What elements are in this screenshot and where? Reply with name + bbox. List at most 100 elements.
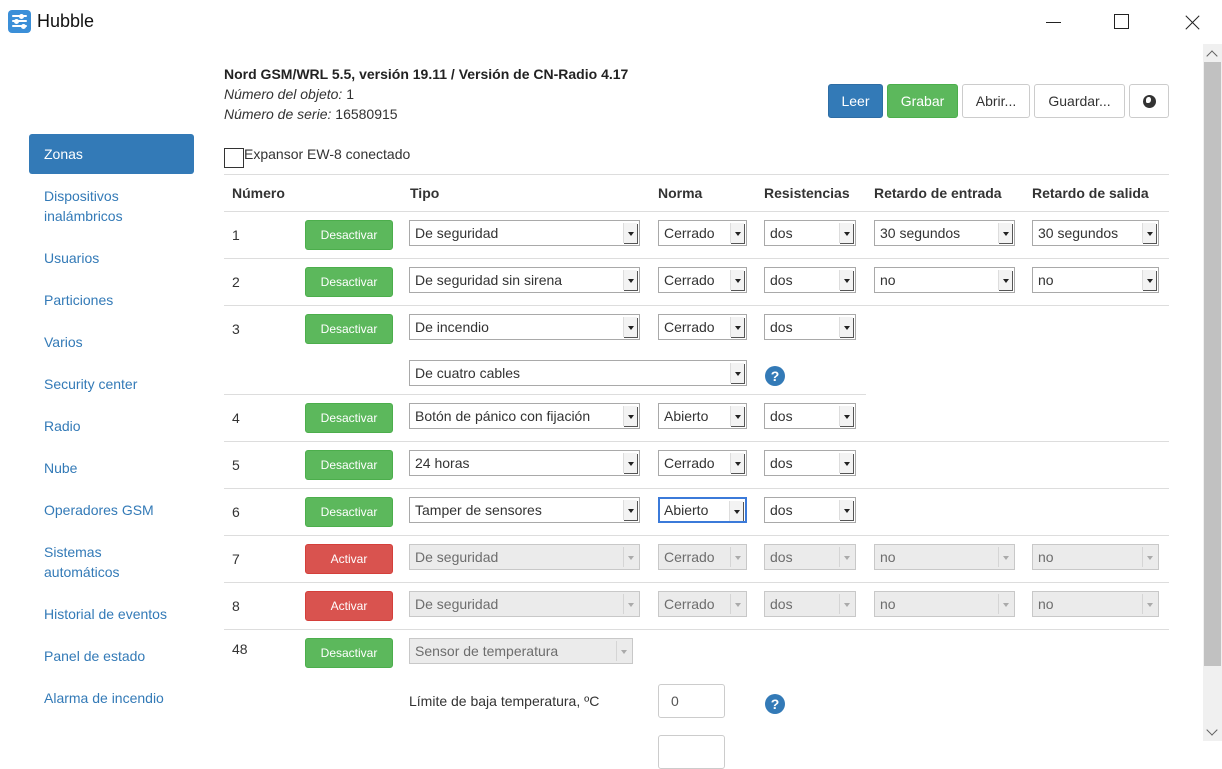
chevron-down-icon — [623, 317, 637, 337]
sidebar-item-dispositivos[interactable]: Dispositivos inalámbricos — [29, 186, 159, 226]
object-number-value: 1 — [346, 86, 354, 102]
deactivate-button[interactable]: Desactivar — [305, 450, 393, 480]
resistance-select: dos — [764, 544, 856, 570]
norm-select[interactable]: Cerrado — [658, 267, 747, 293]
zone-number: 4 — [232, 410, 240, 426]
write-button[interactable]: Grabar — [887, 84, 958, 118]
resistance-select[interactable]: dos — [764, 267, 856, 293]
zone-type-select[interactable]: De seguridad — [409, 220, 640, 246]
activate-button[interactable]: Activar — [305, 544, 393, 574]
sidebar-item-radio[interactable]: Radio — [29, 416, 194, 436]
deactivate-button[interactable]: Desactivar — [305, 314, 393, 344]
sidebar-item-particiones[interactable]: Particiones — [29, 290, 194, 310]
app-icon — [8, 10, 31, 33]
chevron-down-icon — [1142, 223, 1156, 243]
sidebar-item-operadores-gsm[interactable]: Operadores GSM — [29, 500, 194, 520]
column-header-norm: Norma — [658, 185, 703, 201]
scroll-down-icon[interactable] — [1203, 724, 1222, 741]
chevron-down-icon — [623, 547, 637, 567]
sidebar-item-historial[interactable]: Historial de eventos — [29, 604, 194, 624]
zone-type-select[interactable]: 24 horas — [409, 450, 640, 476]
maximize-button[interactable] — [1107, 8, 1137, 36]
resistance-select[interactable]: dos — [764, 450, 856, 476]
deactivate-button[interactable]: Desactivar — [305, 403, 393, 433]
sidebar-item-varios[interactable]: Varios — [29, 332, 194, 352]
divider — [224, 441, 1169, 442]
zone-number: 3 — [232, 321, 240, 337]
minimize-button[interactable] — [1040, 8, 1070, 36]
save-button[interactable]: Guardar... — [1034, 84, 1125, 118]
low-temperature-input[interactable]: 0 — [658, 684, 725, 718]
resistance-select[interactable]: dos — [764, 497, 856, 523]
norm-select[interactable]: Abierto — [658, 403, 747, 429]
zone-type-select[interactable]: De incendio — [409, 314, 640, 340]
scroll-up-icon[interactable] — [1203, 44, 1222, 61]
high-temperature-input[interactable] — [658, 735, 725, 769]
chevron-down-icon — [730, 453, 744, 473]
sidebar-item-usuarios[interactable]: Usuarios — [29, 248, 194, 268]
chevron-down-icon — [730, 594, 744, 614]
help-icon[interactable]: ? — [765, 366, 785, 386]
exit-delay-select[interactable]: no — [1032, 267, 1159, 293]
chevron-down-icon — [616, 641, 630, 661]
resistance-select: dos — [764, 591, 856, 617]
norm-select[interactable]: Abierto — [658, 497, 747, 523]
chevron-down-icon — [730, 363, 744, 383]
chevron-down-icon — [998, 547, 1012, 567]
divider — [224, 258, 1169, 259]
language-button[interactable] — [1129, 84, 1169, 118]
globe-icon — [1142, 94, 1156, 108]
norm-select[interactable]: Cerrado — [658, 314, 747, 340]
zone-number: 6 — [232, 504, 240, 520]
entry-delay-select[interactable]: no — [874, 267, 1015, 293]
sidebar-item-sistemas[interactable]: Sistemas automáticos — [29, 542, 149, 582]
norm-select[interactable]: Cerrado — [658, 220, 747, 246]
chevron-down-icon — [998, 223, 1012, 243]
norm-select[interactable]: Cerrado — [658, 450, 747, 476]
close-button[interactable] — [1177, 8, 1207, 36]
entry-delay-select[interactable]: 30 segundos — [874, 220, 1015, 246]
divider — [224, 394, 866, 395]
sidebar-item-panel-estado[interactable]: Panel de estado — [29, 646, 194, 666]
resistance-select[interactable]: dos — [764, 314, 856, 340]
scrollbar-thumb[interactable] — [1204, 62, 1221, 666]
deactivate-button[interactable]: Desactivar — [305, 497, 393, 527]
deactivate-button[interactable]: Desactivar — [305, 220, 393, 250]
resistance-select[interactable]: dos — [764, 403, 856, 429]
chevron-down-icon — [1142, 270, 1156, 290]
device-title: Nord GSM/WRL 5.5, versión 19.11 / Versió… — [224, 66, 629, 82]
chevron-down-icon — [623, 500, 637, 520]
chevron-down-icon — [730, 223, 744, 243]
expander-checkbox[interactable] — [224, 148, 244, 168]
deactivate-button[interactable]: Desactivar — [305, 267, 393, 297]
sidebar-item-nube[interactable]: Nube — [29, 458, 194, 478]
open-button[interactable]: Abrir... — [962, 84, 1030, 118]
zone-number: 8 — [232, 598, 240, 614]
window-title: Hubble — [37, 11, 95, 31]
deactivate-button[interactable]: Desactivar — [305, 638, 393, 668]
divider — [224, 629, 1169, 630]
wiring-select[interactable]: De cuatro cables — [409, 360, 747, 386]
exit-delay-select[interactable]: 30 segundos — [1032, 220, 1159, 246]
divider — [224, 305, 1169, 306]
read-button[interactable]: Leer — [828, 84, 883, 118]
help-icon[interactable]: ? — [765, 694, 785, 714]
zone-number: 48 — [232, 641, 248, 657]
zone-type-select[interactable]: Botón de pánico con fijación — [409, 403, 640, 429]
chevron-down-icon — [839, 317, 853, 337]
zone-type-select[interactable]: Tamper de sensores — [409, 497, 640, 523]
column-header-number: Número — [232, 185, 285, 201]
expander-label: Expansor EW-8 conectado — [244, 146, 411, 162]
chevron-down-icon — [998, 594, 1012, 614]
object-number: Número del objeto: 1 — [224, 86, 354, 102]
divider — [224, 174, 1169, 175]
entry-delay-select: no — [874, 544, 1015, 570]
chevron-down-icon — [839, 594, 853, 614]
activate-button[interactable]: Activar — [305, 591, 393, 621]
zone-type-select[interactable]: De seguridad sin sirena — [409, 267, 640, 293]
resistance-select[interactable]: dos — [764, 220, 856, 246]
sidebar-item-zonas[interactable]: Zonas — [29, 134, 194, 174]
sidebar-item-security-center[interactable]: Security center — [29, 374, 194, 394]
sidebar-item-alarma-incendio[interactable]: Alarma de incendio — [29, 688, 194, 708]
chevron-down-icon — [1142, 594, 1156, 614]
